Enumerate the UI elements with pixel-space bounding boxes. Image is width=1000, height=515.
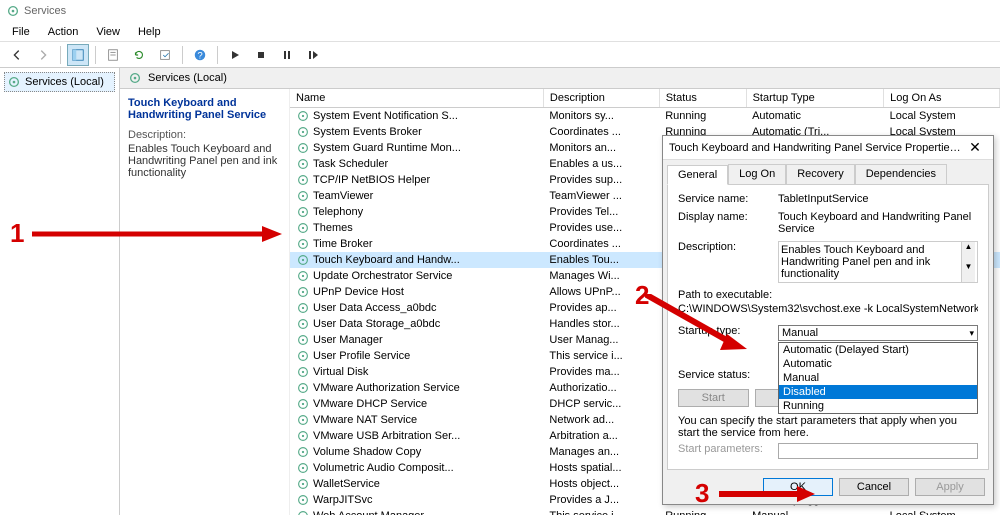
restart-service-button[interactable] xyxy=(302,44,324,66)
cancel-button[interactable]: Cancel xyxy=(839,478,909,496)
startup-option[interactable]: Running xyxy=(779,399,977,413)
properties-dialog: Touch Keyboard and Handwriting Panel Ser… xyxy=(662,135,994,505)
svg-text:?: ? xyxy=(197,50,202,61)
path-value: C:\WINDOWS\System32\svchost.exe -k Local… xyxy=(678,303,978,315)
tab-general[interactable]: General xyxy=(667,165,728,185)
menu-action[interactable]: Action xyxy=(40,24,87,40)
menu-file[interactable]: File xyxy=(4,24,38,40)
forward-button[interactable] xyxy=(32,44,54,66)
detail-pane: Touch Keyboard and Handwriting Panel Ser… xyxy=(120,89,290,515)
back-button[interactable] xyxy=(6,44,28,66)
service-row[interactable]: System Event Notification S...Monitors s… xyxy=(290,108,1000,125)
close-icon[interactable]: ✕ xyxy=(963,139,987,156)
apply-button[interactable]: Apply xyxy=(915,478,985,496)
detail-title: Touch Keyboard and Handwriting Panel Ser… xyxy=(128,97,281,121)
service-row[interactable]: Web Account ManagerThis service i...Runn… xyxy=(290,508,1000,515)
start-params-label: Start parameters: xyxy=(678,443,778,455)
svc-name-label: Service name: xyxy=(678,193,778,205)
startup-option[interactable]: Disabled xyxy=(779,385,977,399)
params-note: You can specify the start parameters tha… xyxy=(678,415,978,439)
startup-option[interactable]: Manual xyxy=(779,371,977,385)
content-header-label: Services (Local) xyxy=(148,72,227,84)
chevron-down-icon: ▾ xyxy=(969,328,974,339)
properties-button[interactable] xyxy=(102,44,124,66)
window-title: Services xyxy=(24,5,66,17)
dialog-title: Touch Keyboard and Handwriting Panel Ser… xyxy=(669,142,963,154)
content-header: Services (Local) xyxy=(120,68,1000,89)
help-button[interactable]: ? xyxy=(189,44,211,66)
tab-recovery[interactable]: Recovery xyxy=(786,164,854,184)
ok-button[interactable]: OK xyxy=(763,478,833,496)
desc-label: Description: xyxy=(678,241,778,253)
path-label: Path to executable: xyxy=(678,289,978,301)
refresh-button[interactable] xyxy=(128,44,150,66)
display-name-value: Touch Keyboard and Handwriting Panel Ser… xyxy=(778,211,978,235)
desc-value: Enables Touch Keyboard and Handwriting P… xyxy=(778,241,978,283)
toolbar: ? xyxy=(0,42,1000,68)
tab-dependencies[interactable]: Dependencies xyxy=(855,164,947,184)
export-button[interactable] xyxy=(154,44,176,66)
startup-type-dropdown[interactable]: Automatic (Delayed Start)AutomaticManual… xyxy=(778,342,978,414)
menubar: File Action View Help xyxy=(0,22,1000,42)
tree-root-services-local[interactable]: Services (Local) xyxy=(4,72,115,92)
pause-service-button[interactable] xyxy=(276,44,298,66)
start-params-input xyxy=(778,443,978,459)
startup-type-label: Startup type: xyxy=(678,325,778,337)
col-status[interactable]: Status xyxy=(659,89,746,108)
start-button[interactable]: Start xyxy=(678,389,749,407)
stop-service-button[interactable] xyxy=(250,44,272,66)
show-hide-tree-button[interactable] xyxy=(67,44,89,66)
tree-pane: Services (Local) xyxy=(0,68,120,515)
col-name[interactable]: Name xyxy=(290,89,543,108)
services-icon xyxy=(6,4,20,18)
startup-type-combo[interactable]: Manual▾ xyxy=(778,325,978,341)
tree-root-label: Services (Local) xyxy=(25,76,104,88)
detail-desc-label: Description: xyxy=(128,129,281,141)
menu-help[interactable]: Help xyxy=(130,24,169,40)
col-desc[interactable]: Description xyxy=(543,89,659,108)
tab-logon[interactable]: Log On xyxy=(728,164,786,184)
detail-desc: Enables Touch Keyboard and Handwriting P… xyxy=(128,143,281,179)
col-logon[interactable]: Log On As xyxy=(884,89,1000,108)
start-service-button[interactable] xyxy=(224,44,246,66)
display-name-label: Display name: xyxy=(678,211,778,223)
startup-option[interactable]: Automatic xyxy=(779,357,977,371)
svc-name-value: TabletInputService xyxy=(778,193,978,205)
titlebar: Services xyxy=(0,0,1000,22)
service-status-label: Service status: xyxy=(678,369,778,381)
startup-option[interactable]: Automatic (Delayed Start) xyxy=(779,343,977,357)
col-startup[interactable]: Startup Type xyxy=(746,89,884,108)
menu-view[interactable]: View xyxy=(88,24,128,40)
